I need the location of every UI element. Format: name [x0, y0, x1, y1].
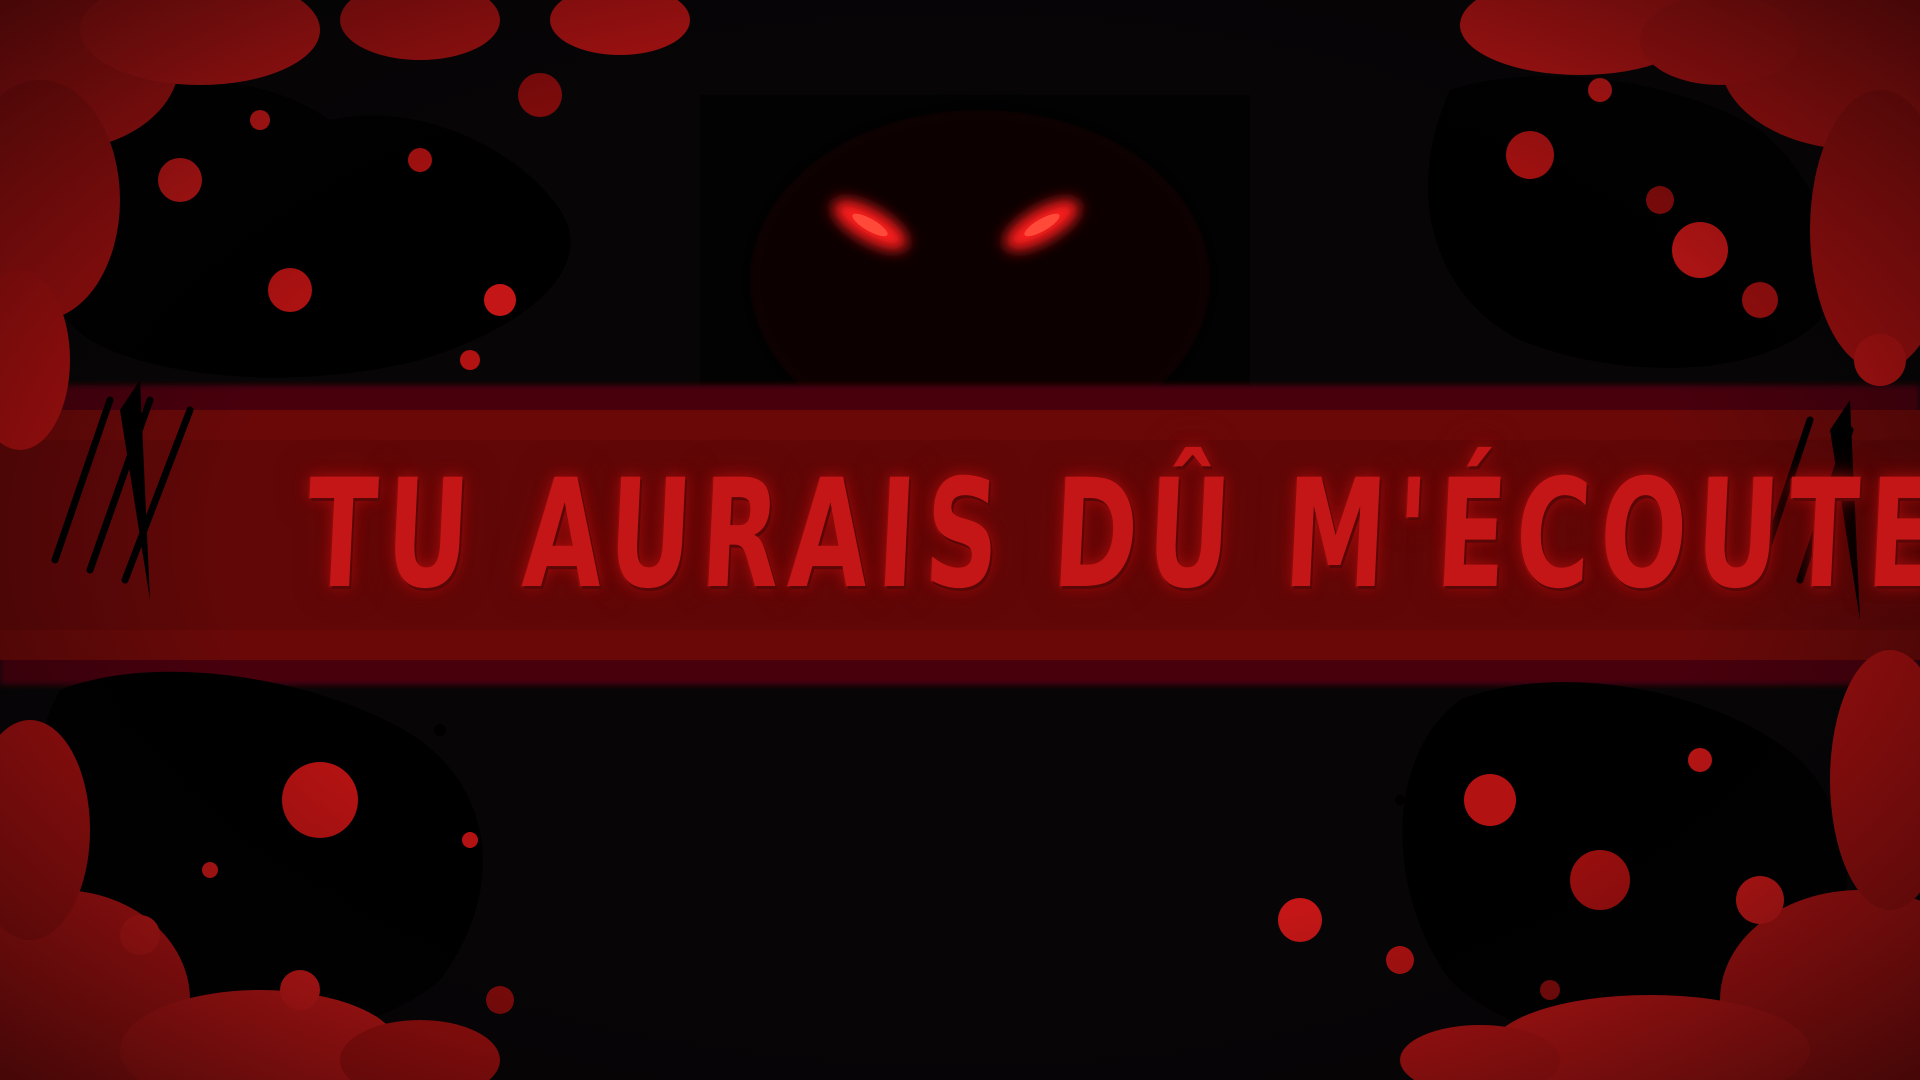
- title-banner: TU AURAIS DÛ M'ÉCOUTER: [0, 0, 1920, 1080]
- title-screen: TU AURAIS DÛ M'ÉCOUTER: [0, 0, 1920, 1080]
- game-title: TU AURAIS DÛ M'ÉCOUTER: [303, 448, 1920, 622]
